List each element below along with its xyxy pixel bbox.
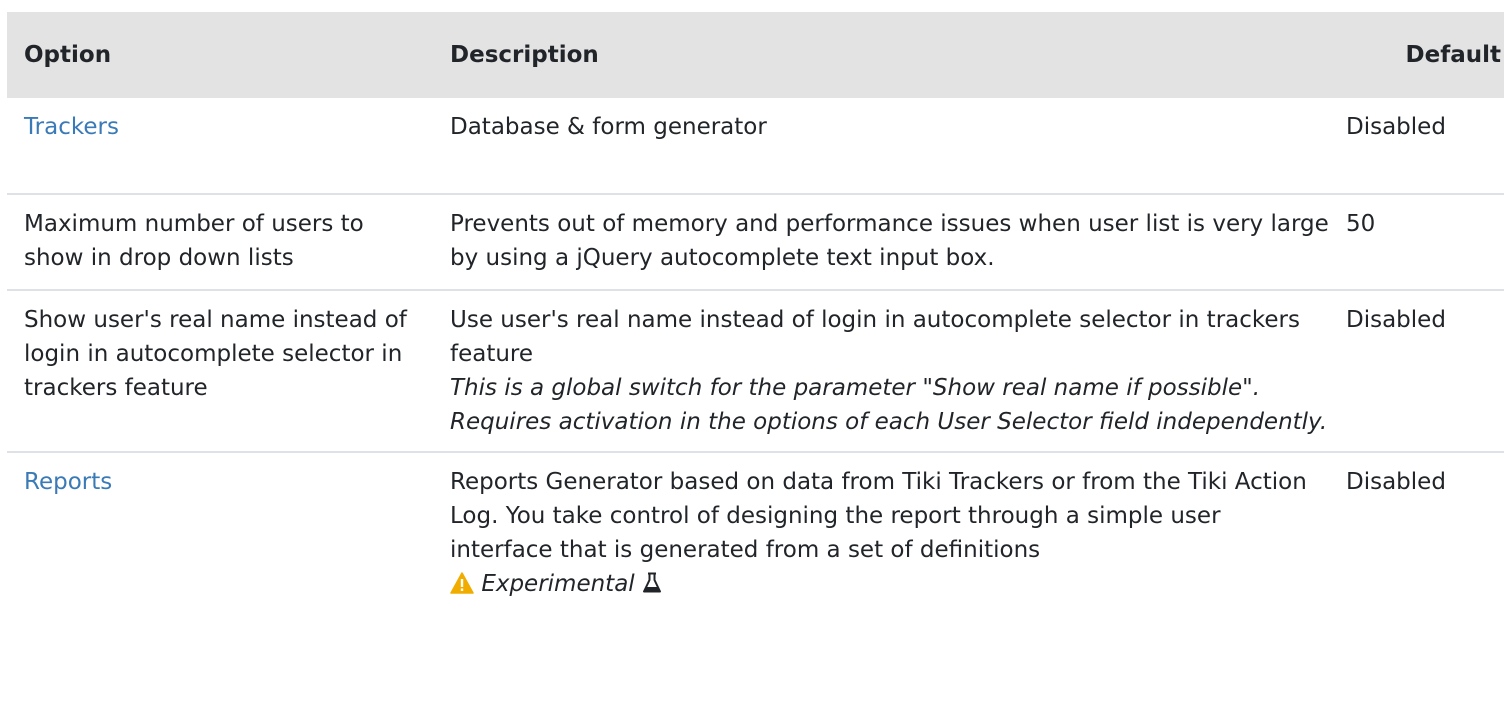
table-row: Reports Reports Generator based on data … bbox=[7, 451, 1504, 613]
description-cell: Reports Generator based on data from Tik… bbox=[433, 451, 1346, 613]
table-row: Show user's real name instead of login i… bbox=[7, 289, 1504, 452]
preferences-page: Option Description Default Trackers Data… bbox=[0, 0, 1504, 727]
description-cell: Prevents out of memory and performance i… bbox=[433, 193, 1346, 290]
option-cell: Reports bbox=[7, 451, 433, 613]
default-cell: Disabled bbox=[1346, 451, 1504, 613]
description-cell: Use user's real name instead of login in… bbox=[433, 289, 1346, 452]
option-link-trackers[interactable]: Trackers bbox=[24, 114, 119, 140]
experimental-label: Experimental bbox=[481, 571, 635, 597]
flask-icon bbox=[642, 570, 662, 593]
description-text: Reports Generator based on data from Tik… bbox=[450, 469, 1307, 563]
table-body: Trackers Database & form generator Disab… bbox=[7, 98, 1504, 613]
description-text: Use user's real name instead of login in… bbox=[450, 307, 1300, 367]
top-margin bbox=[0, 0, 1504, 10]
description-note: This is a global switch for the paramete… bbox=[450, 375, 1328, 435]
option-cell: Show user's real name instead of login i… bbox=[7, 289, 433, 452]
default-cell: Disabled bbox=[1346, 289, 1504, 452]
preferences-table: Option Description Default Trackers Data… bbox=[7, 12, 1504, 613]
column-header-description: Description bbox=[450, 42, 599, 68]
table-header: Option Description Default bbox=[7, 12, 1504, 98]
table-row: Maximum number of users to show in drop … bbox=[7, 193, 1504, 290]
default-cell: Disabled bbox=[1346, 114, 1446, 140]
experimental-badge: Experimental bbox=[450, 567, 1329, 601]
option-link-reports[interactable]: Reports bbox=[24, 469, 112, 495]
option-cell: Maximum number of users to show in drop … bbox=[7, 193, 433, 290]
table-row: Trackers Database & form generator Disab… bbox=[7, 98, 1504, 194]
header-row: Option Description Default bbox=[7, 12, 1504, 98]
description-cell: Database & form generator bbox=[450, 114, 767, 140]
column-header-default: Default bbox=[1405, 42, 1501, 68]
default-cell: 50 bbox=[1346, 193, 1504, 290]
warning-icon bbox=[450, 570, 474, 594]
column-header-option: Option bbox=[24, 42, 112, 68]
option-cell: Trackers bbox=[7, 98, 433, 194]
